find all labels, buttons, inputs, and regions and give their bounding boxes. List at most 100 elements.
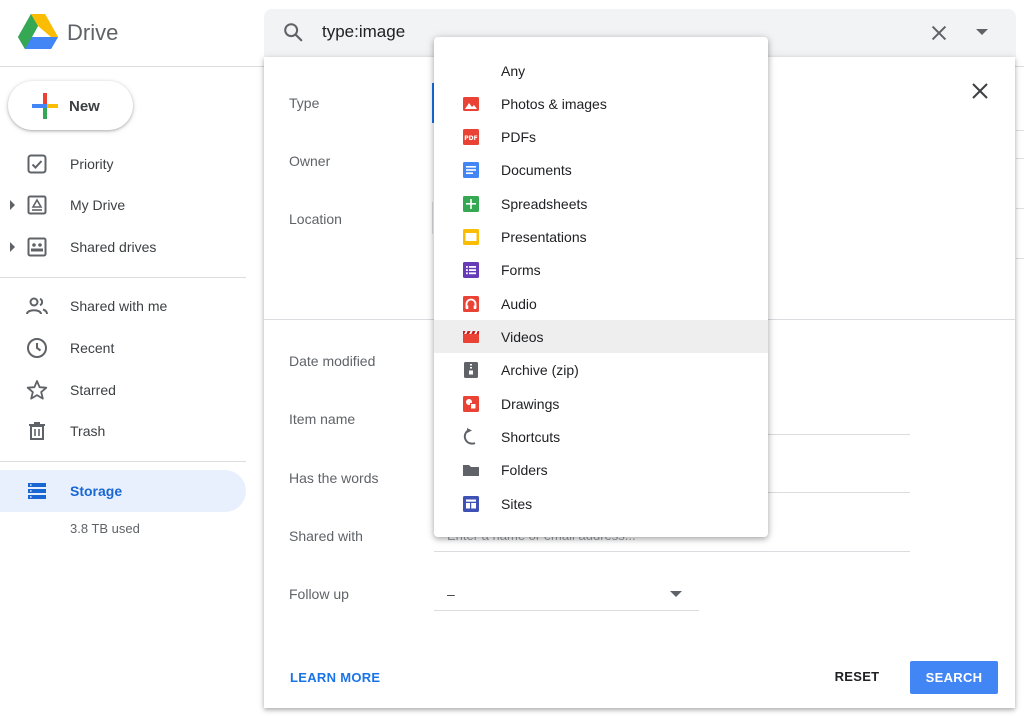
audio-icon (463, 296, 479, 312)
people-icon (26, 297, 48, 315)
option-label: PDFs (501, 129, 536, 145)
background-divider (1016, 130, 1024, 131)
follow-up-underline (434, 610, 699, 611)
presentation-icon (463, 229, 479, 245)
option-label: Sites (501, 496, 533, 512)
sidebar-divider (0, 461, 246, 462)
sidebar-divider (0, 277, 246, 278)
my-drive-icon (27, 195, 47, 215)
sidebar-item-label: Shared drives (70, 239, 157, 255)
sidebar-item-label: My Drive (70, 197, 126, 213)
type-dropdown-menu: Any Photos & images PDF PDFs Documents S (434, 37, 768, 537)
sidebar-item-label: Starred (70, 382, 116, 398)
sidebar-item-label: Storage (70, 483, 123, 499)
option-label: Documents (501, 162, 572, 178)
sidebar-item-shared-drives[interactable]: Shared drives (0, 229, 246, 265)
option-label: Presentations (501, 229, 587, 245)
new-button-label: New (69, 98, 100, 115)
document-icon (463, 162, 479, 178)
image-icon (463, 97, 479, 111)
expand-arrow-icon[interactable] (10, 242, 15, 252)
storage-icon (28, 483, 46, 499)
background-divider (1016, 158, 1024, 159)
expand-arrow-icon[interactable] (10, 200, 15, 210)
type-option-pdfs[interactable]: PDF PDFs (434, 120, 768, 153)
option-label: Any (501, 63, 526, 79)
type-option-sites[interactable]: Sites (434, 487, 768, 520)
clock-icon (27, 338, 47, 358)
has-words-input[interactable] (768, 492, 910, 493)
type-option-shortcuts[interactable]: Shortcuts (434, 420, 768, 453)
type-option-photos[interactable]: Photos & images (434, 87, 768, 120)
option-label: Drawings (501, 396, 560, 412)
option-label: Audio (501, 296, 537, 312)
pdf-icon: PDF (463, 129, 479, 145)
type-label: Type (289, 95, 320, 111)
type-option-forms[interactable]: Forms (434, 253, 768, 286)
drive-logo-icon[interactable] (18, 14, 58, 50)
sidebar-item-recent[interactable]: Recent (0, 330, 246, 366)
type-option-presentations[interactable]: Presentations (434, 220, 768, 253)
shared-with-underline (434, 551, 910, 552)
option-label: Folders (501, 462, 548, 478)
type-option-documents[interactable]: Documents (434, 153, 768, 186)
trash-icon (29, 422, 45, 440)
storage-used-text: 3.8 TB used (70, 521, 140, 536)
option-label: Videos (501, 329, 544, 345)
background-divider (1016, 208, 1024, 209)
sidebar-item-trash[interactable]: Trash (0, 413, 246, 449)
option-label: Forms (501, 262, 541, 278)
archive-icon (464, 362, 478, 378)
search-icon[interactable] (282, 21, 304, 43)
sidebar-item-my-drive[interactable]: My Drive (0, 187, 246, 223)
option-label: Archive (zip) (501, 362, 579, 378)
type-option-videos[interactable]: Videos (434, 320, 768, 353)
owner-label: Owner (289, 153, 331, 169)
folder-icon (463, 465, 479, 476)
type-option-folders[interactable]: Folders (434, 453, 768, 486)
new-button[interactable]: New (8, 81, 133, 130)
search-options-caret-icon[interactable] (976, 29, 988, 35)
item-name-input[interactable] (768, 434, 910, 435)
sidebar-item-priority[interactable]: Priority (0, 146, 246, 182)
option-label: Shortcuts (501, 429, 561, 445)
video-icon (463, 331, 479, 343)
sites-icon (463, 496, 479, 512)
sidebar-item-label: Trash (70, 423, 106, 439)
type-option-any[interactable]: Any (434, 54, 768, 87)
reset-button[interactable]: RESET (822, 661, 892, 693)
date-modified-label: Date modified (289, 353, 376, 369)
sidebar-item-label: Recent (70, 340, 115, 356)
background-divider (1016, 258, 1024, 259)
type-option-archive[interactable]: Archive (zip) (434, 353, 768, 386)
item-name-label: Item name (289, 411, 356, 427)
follow-up-select[interactable]: – (447, 586, 455, 602)
option-label: Photos & images (501, 96, 607, 112)
learn-more-link[interactable]: LEARN MORE (290, 670, 380, 685)
type-option-spreadsheets[interactable]: Spreadsheets (434, 187, 768, 220)
shared-drives-icon (27, 237, 47, 257)
location-select[interactable] (432, 202, 433, 234)
chevron-down-icon[interactable] (670, 591, 682, 597)
star-icon (26, 380, 48, 400)
priority-icon (27, 154, 47, 174)
brand-title: Drive (67, 20, 119, 45)
svg-text:PDF: PDF (464, 135, 477, 142)
sidebar-item-starred[interactable]: Starred (0, 372, 246, 408)
type-option-drawings[interactable]: Drawings (434, 387, 768, 420)
location-label: Location (289, 211, 342, 227)
plus-icon (32, 93, 58, 119)
shortcut-icon (463, 428, 476, 445)
close-icon[interactable] (968, 79, 992, 103)
drawing-icon (463, 396, 479, 412)
follow-up-label: Follow up (289, 586, 349, 602)
sidebar-item-storage[interactable]: Storage (0, 470, 246, 512)
option-label: Spreadsheets (501, 196, 588, 212)
type-option-audio[interactable]: Audio (434, 287, 768, 320)
clear-search-icon[interactable] (928, 22, 950, 44)
has-words-label: Has the words (289, 470, 379, 486)
sidebar-item-shared-with-me[interactable]: Shared with me (0, 288, 246, 324)
shared-with-label: Shared with (289, 528, 363, 544)
search-input[interactable]: type:image (322, 22, 405, 42)
search-button[interactable]: SEARCH (910, 661, 998, 694)
